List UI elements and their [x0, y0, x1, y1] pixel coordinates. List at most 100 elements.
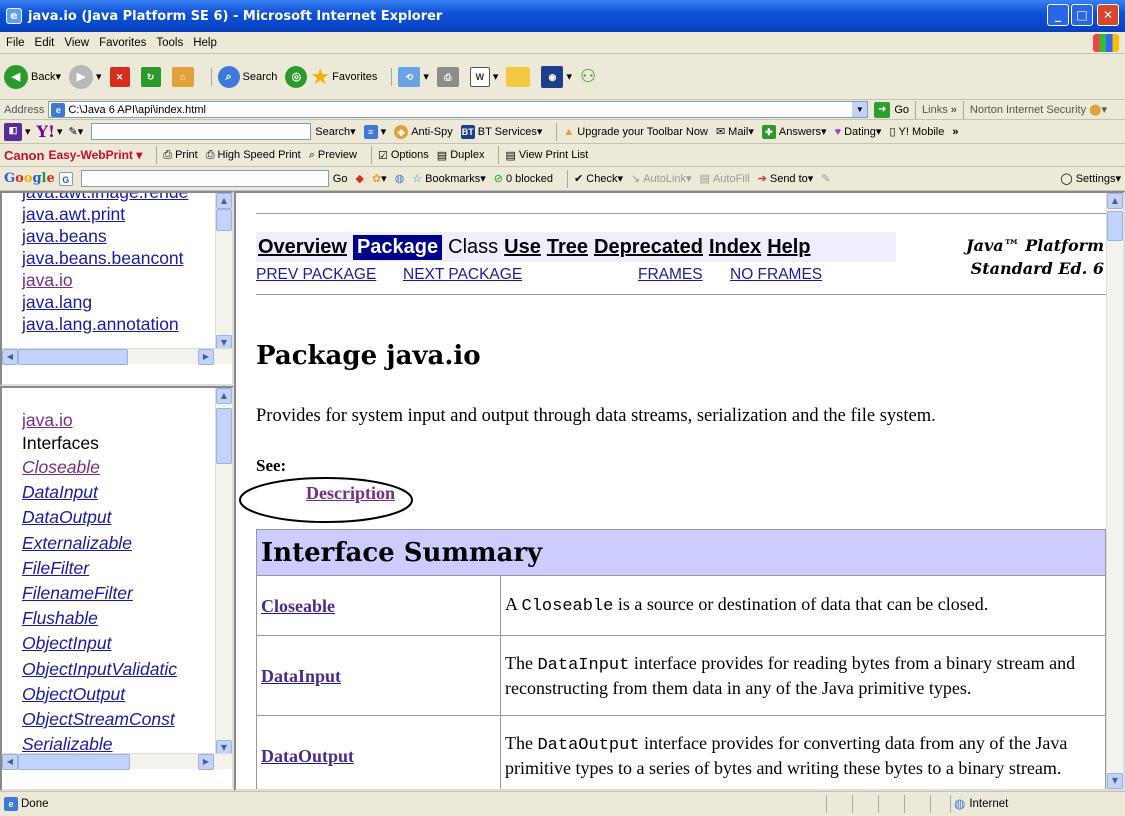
package-link[interactable]: java.awt.print — [22, 203, 188, 225]
interface-link[interactable]: ObjectInputValidatic — [22, 657, 217, 682]
highlight-button[interactable]: ✎ — [821, 172, 830, 185]
forward-button[interactable]: ▶ ▾ — [69, 64, 102, 89]
close-button[interactable]: ✕ — [1097, 4, 1119, 26]
mobile-button[interactable]: ▯ Y! Mobile — [889, 125, 944, 139]
print-button[interactable]: ⎙ — [436, 66, 462, 87]
google-go-button[interactable]: Go — [333, 173, 348, 185]
scroll-down-icon[interactable]: ▼ — [1107, 773, 1123, 789]
menu-edit[interactable]: Edit — [35, 37, 55, 49]
scroll-left-icon[interactable]: ◀ — [2, 754, 18, 770]
go-button[interactable]: ➜ Go — [874, 101, 909, 118]
title-bar[interactable]: e java.io (Java Platform SE 6) - Microso… — [0, 0, 1125, 32]
interface-link[interactable]: ObjectStreamConst — [22, 707, 217, 732]
back-button[interactable]: ◀ Back ▾ — [4, 64, 61, 89]
yahoo-menu-icon[interactable]: ◧ — [4, 122, 22, 141]
google-news-button[interactable]: ◆ — [355, 172, 363, 185]
settings-button[interactable]: ◯ Settings ▾ — [1060, 172, 1121, 186]
send-to-button[interactable]: ➔ Send to ▾ — [758, 172, 814, 186]
upgrade-toolbar-button[interactable]: ▲ Upgrade your Toolbar Now — [563, 126, 708, 138]
nav-deprecated[interactable]: Deprecated — [594, 236, 703, 259]
yahoo-search-input[interactable] — [91, 123, 312, 140]
interface-link[interactable]: FilenameFilter — [22, 581, 217, 606]
google-menu-icon[interactable]: G — [58, 171, 73, 186]
scroll-thumb[interactable] — [18, 754, 130, 770]
links-button[interactable]: Links » — [922, 104, 957, 116]
messenger-button[interactable]: ◉ ▾ — [541, 65, 572, 88]
menu-favorites[interactable]: Favorites — [99, 37, 146, 49]
scroll-up-icon[interactable]: ▲ — [216, 388, 232, 404]
interface-link[interactable]: Flushable — [22, 606, 217, 631]
nav-index[interactable]: Index — [709, 236, 761, 259]
bookmarks-button[interactable]: ☆ Bookmarks ▾ — [412, 172, 485, 186]
scroll-up-icon[interactable]: ▲ — [216, 193, 232, 209]
canon-print-button[interactable]: ⎙ Print — [163, 149, 197, 162]
nav-use[interactable]: Use — [504, 236, 541, 259]
interface-link[interactable]: ObjectOutput — [22, 682, 217, 707]
interface-name-link[interactable]: Closeable — [261, 596, 335, 616]
nav-help[interactable]: Help — [767, 236, 810, 259]
bt-services-button[interactable]: BT BT Services ▾ — [460, 124, 542, 139]
msn-button[interactable]: ⚇ — [580, 66, 596, 87]
easy-webprint-button[interactable]: Easy-WebPrint ▾ — [48, 148, 142, 162]
scroll-thumb[interactable] — [1107, 211, 1123, 241]
spellcheck-button[interactable]: ✔ Check ▾ — [574, 172, 623, 186]
interface-link[interactable]: FileFilter — [22, 556, 217, 581]
scroll-up-icon[interactable]: ▲ — [1107, 193, 1123, 209]
home-button[interactable]: ⌂ — [171, 66, 197, 87]
high-speed-print-button[interactable]: ⎙ High Speed Print — [206, 149, 301, 162]
maximize-button[interactable]: □ — [1071, 4, 1093, 26]
address-input[interactable]: e C:\Java 6 API\api\index.html ▼ — [48, 101, 869, 118]
package-link[interactable]: java.io — [22, 269, 188, 291]
yahoo-logo-icon[interactable]: Y! — [37, 122, 55, 141]
package-link[interactable]: java.lang — [22, 291, 188, 313]
scroll-left-icon[interactable]: ◀ — [2, 349, 18, 365]
menu-help[interactable]: Help — [193, 37, 217, 49]
interface-link[interactable]: Externalizable — [22, 531, 217, 556]
main-vscrollbar[interactable]: ▲ ▼ — [1106, 193, 1123, 789]
google-globe-button[interactable]: ◍ — [395, 172, 405, 185]
autofill-button[interactable]: ▤ AutoFill — [700, 172, 750, 186]
antispy-button[interactable]: ◈ Anti-Spy — [394, 124, 453, 139]
package-link[interactable]: java.beans — [22, 225, 188, 247]
scroll-thumb[interactable] — [18, 349, 128, 365]
interface-link[interactable]: Closeable — [22, 455, 217, 480]
next-package-link[interactable]: NEXT PACKAGE — [403, 266, 522, 284]
yahoo-extra-button[interactable]: ≡ ▾ — [363, 124, 386, 139]
interface-link[interactable]: ObjectInput — [22, 631, 217, 656]
word-button[interactable]: W ▾ — [469, 66, 498, 87]
package-link[interactable]: java.lang.annotation — [22, 313, 188, 335]
scroll-right-icon[interactable]: ▶ — [198, 349, 214, 365]
interface-link[interactable]: DataOutput — [22, 505, 217, 530]
packages-hscrollbar[interactable]: ◀ ▶ — [2, 348, 232, 365]
dating-button[interactable]: ♥ Dating ▾ — [835, 125, 882, 139]
interface-name-link[interactable]: DataInput — [261, 666, 341, 686]
menu-tools[interactable]: Tools — [156, 37, 183, 49]
menu-view[interactable]: View — [64, 37, 89, 49]
nav-tree[interactable]: Tree — [547, 236, 588, 259]
history-button[interactable]: ⟲ ▾ — [398, 66, 429, 87]
google-pagerank-button[interactable]: ✿ ▾ — [372, 172, 387, 185]
pencil-icon[interactable]: ✎▾ — [69, 125, 84, 138]
norton-button[interactable]: Norton Internet Security ⬤▾ — [970, 103, 1107, 116]
frames-link[interactable]: FRAMES — [638, 266, 703, 284]
scroll-thumb[interactable] — [216, 209, 232, 231]
minimize-button[interactable]: _ — [1047, 4, 1069, 26]
autolink-button[interactable]: ↘ AutoLink ▾ — [631, 172, 692, 186]
search-button[interactable]: ⌕ Search — [217, 65, 277, 88]
prev-package-link[interactable]: PREV PACKAGE — [256, 266, 376, 284]
nav-overview[interactable]: Overview — [258, 236, 347, 259]
stop-button[interactable]: ✕ — [109, 66, 133, 87]
scroll-right-icon[interactable]: ▶ — [198, 754, 214, 770]
scroll-thumb[interactable] — [216, 408, 232, 464]
toolbar-overflow-icon[interactable]: » — [952, 126, 958, 138]
classes-hscrollbar[interactable]: ◀ ▶ — [2, 753, 232, 770]
interface-name-link[interactable]: DataOutput — [261, 746, 354, 766]
popup-blocker-button[interactable]: ⊘ 0 blocked — [494, 172, 553, 186]
description-link[interactable]: Description — [306, 483, 395, 504]
preview-button[interactable]: ⌕ Preview — [309, 149, 357, 162]
mail-button[interactable]: ✉ Mail ▾ — [716, 125, 754, 139]
menu-file[interactable]: File — [6, 37, 25, 49]
google-search-input[interactable] — [80, 170, 329, 187]
classes-vscrollbar[interactable]: ▲ ▼ — [215, 388, 232, 756]
folder-button[interactable] — [506, 66, 533, 87]
